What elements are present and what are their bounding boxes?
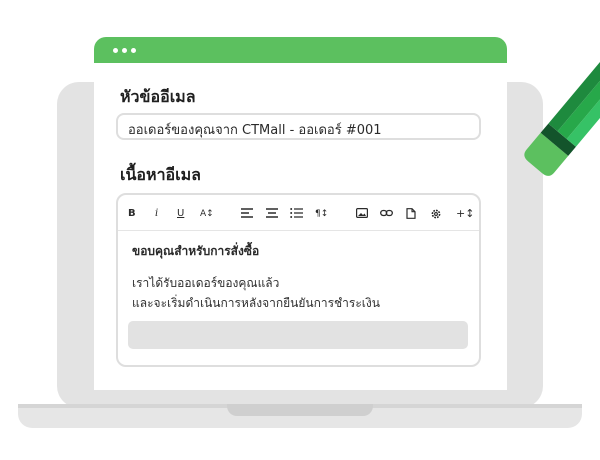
pencil-illustration [524,2,600,176]
